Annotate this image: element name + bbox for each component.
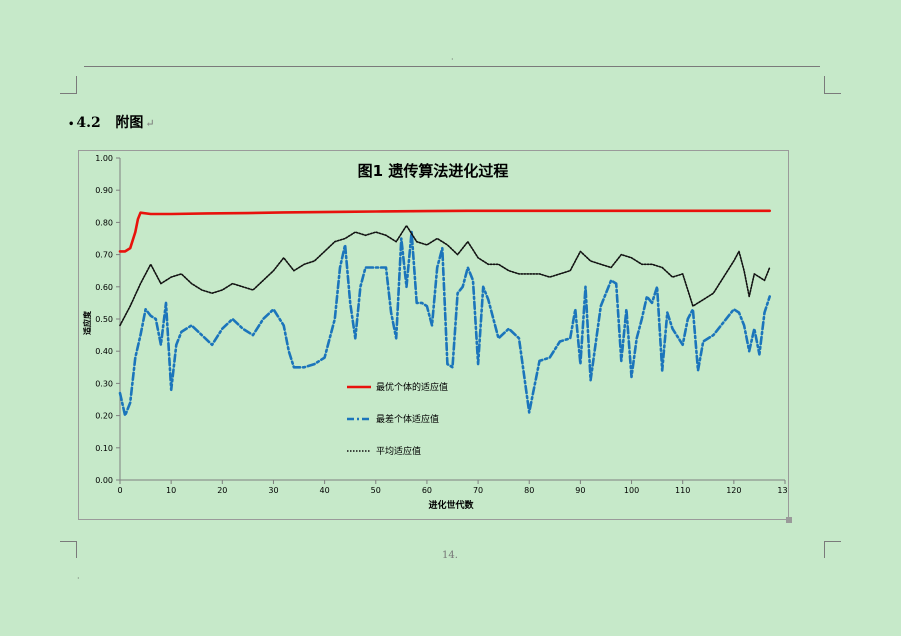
y-tick-label: 0.60: [95, 283, 113, 292]
x-tick-label: 120: [726, 486, 741, 495]
series-line: [118, 209, 771, 253]
top-center-marker: ·: [451, 55, 454, 64]
x-tick-label: 100: [624, 486, 639, 495]
y-tick-label: 0.10: [95, 444, 113, 453]
x-tick-label: 70: [473, 486, 483, 495]
section-heading[interactable]: • 4.2 附图 ↵: [68, 112, 155, 132]
y-tick-label: 0.50: [95, 315, 113, 324]
x-tick-label: 90: [575, 486, 585, 495]
crop-mark-bl-h: [60, 541, 77, 542]
crop-mark-tr-v: [824, 76, 825, 93]
section-title: 附图: [115, 115, 144, 131]
header-rule: [84, 66, 820, 67]
heading-bullet: •: [68, 119, 75, 130]
x-tick-label: 110: [675, 486, 690, 495]
y-tick-label: 0.90: [95, 186, 113, 195]
y-axis-label: 适应度: [82, 310, 92, 335]
y-tick-label: 1.00: [95, 154, 113, 163]
x-tick-label: 80: [524, 486, 534, 495]
y-tick-label: 0.70: [95, 251, 113, 260]
frame-resize-handle[interactable]: [786, 517, 792, 523]
legend-label: 最差个体适应值: [376, 413, 439, 425]
crop-mark-tr-h: [824, 93, 841, 94]
crop-mark-br-v: [824, 541, 825, 558]
x-tick-label: 10: [166, 486, 176, 495]
page-number: 14.: [442, 550, 458, 561]
y-tick-label: 0.20: [95, 412, 113, 421]
section-number: 4.2: [76, 115, 101, 131]
paragraph-return-mark: ↵: [145, 117, 155, 130]
y-tick-label: 0.80: [95, 218, 113, 227]
y-tick-label: 0.30: [95, 379, 113, 388]
footer-marker: ·: [77, 574, 80, 583]
x-tick-label: 40: [320, 486, 330, 495]
crop-mark-tl-h: [60, 93, 77, 94]
axes-layer: 0.00 0.10 0.20 0.30 0.40 0.50 0.60 0.70 0.80 0.90…: [95, 154, 792, 495]
y-tick-label: 0.00: [95, 476, 113, 485]
x-tick-label: 60: [422, 486, 432, 495]
x-tick-label: 20: [217, 486, 227, 495]
crop-mark-br-h: [824, 541, 841, 542]
crop-mark-tl-v: [76, 76, 77, 93]
x-axis-label: 进化世代数: [428, 499, 474, 511]
crop-mark-bl-v: [76, 541, 77, 558]
x-tick-label: 0: [117, 486, 122, 495]
legend-label: 最优个体的适应值: [376, 381, 448, 393]
chart-canvas: 0.00 0.10 0.20 0.30 0.40 0.50 0.60 0.70 0.80 0.90…: [82, 154, 793, 511]
x-tick-label: 130: [777, 486, 788, 495]
x-tick-label: 30: [268, 486, 278, 495]
x-tick-label: 50: [371, 486, 381, 495]
y-tick-label: 0.40: [95, 347, 113, 356]
embedded-chart-frame[interactable]: 0.00 0.10 0.20 0.30 0.40 0.50 0.60 0.70 0.80 0.90…: [78, 150, 793, 520]
legend: 最优个体的适应值最差个体适应值平均适应值: [347, 381, 448, 457]
legend-label: 平均适应值: [376, 445, 421, 457]
chart-title: 图1 遗传算法进化过程: [358, 162, 509, 180]
